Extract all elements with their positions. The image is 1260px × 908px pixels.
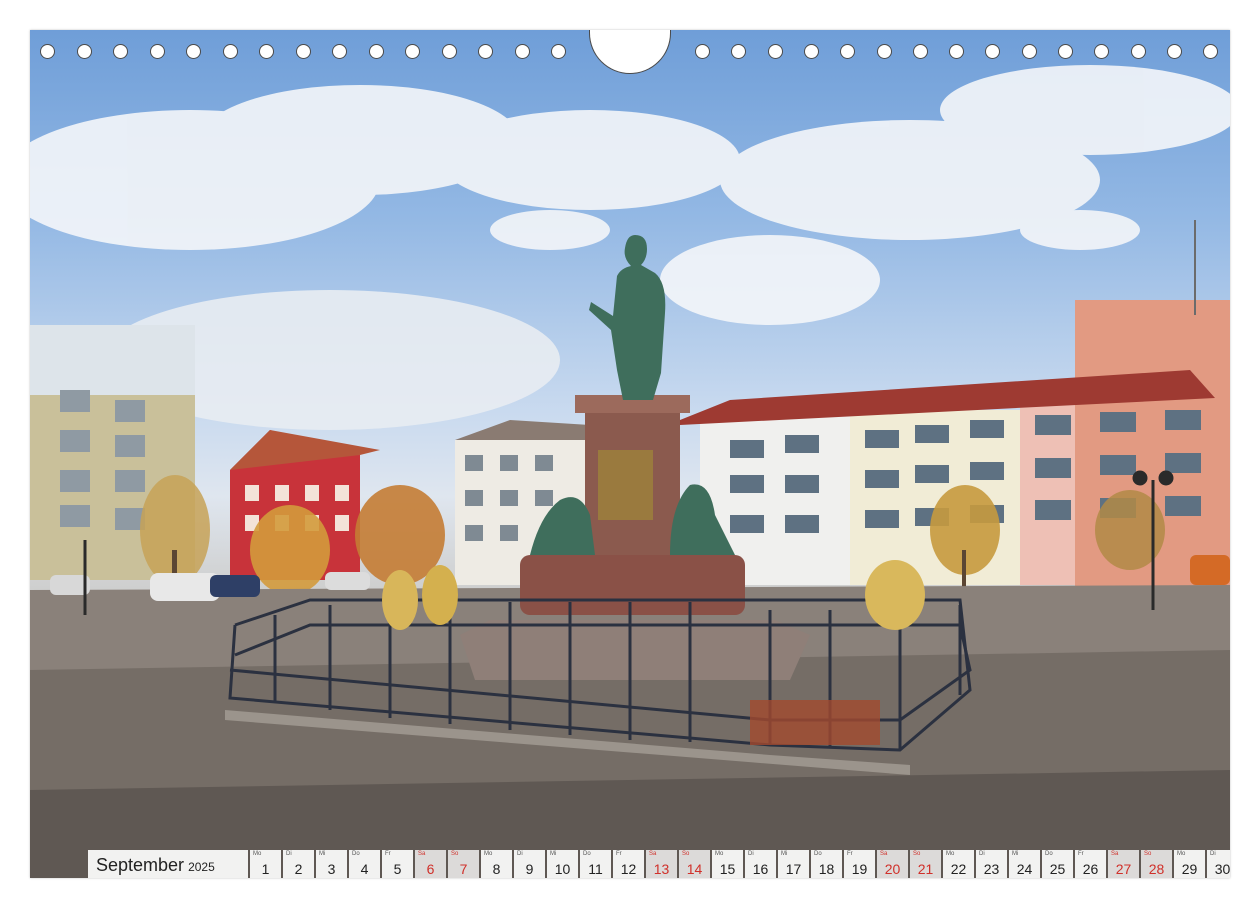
- weekday-label: Mo: [253, 851, 262, 857]
- calendar-strip: September 2025 Mo 1 Di 2 Mi 3 Do 4 Fr 5 Sa 6 So 7 Mo 8 D…: [88, 850, 1230, 878]
- weekday-label: Mo: [715, 851, 724, 857]
- weekday-label: So: [451, 851, 459, 857]
- day-number: 25: [1049, 861, 1066, 877]
- day-cell: So 28: [1141, 850, 1172, 878]
- day-cell: Mi 17: [778, 850, 809, 878]
- weekday-label: Mo: [1177, 851, 1186, 857]
- day-cell: Do 25: [1042, 850, 1073, 878]
- day-number: 29: [1181, 861, 1198, 877]
- day-number: 13: [653, 861, 670, 877]
- day-cell: Mo 1: [250, 850, 281, 878]
- weekday-label: Sa: [880, 851, 888, 857]
- day-number: 22: [950, 861, 967, 877]
- day-cell: Fr 5: [382, 850, 413, 878]
- day-number: 28: [1148, 861, 1165, 877]
- weekday-label: Fr: [847, 851, 853, 857]
- day-number: 24: [1016, 861, 1033, 877]
- weekday-label: Mo: [946, 851, 955, 857]
- day-cell: Mo 22: [943, 850, 974, 878]
- day-cell: Do 11: [580, 850, 611, 878]
- day-number: 30: [1214, 861, 1230, 877]
- days-row: Mo 1 Di 2 Mi 3 Do 4 Fr 5 Sa 6 So 7 Mo 8 Di 9 Mi 10 Do 11 Fr 12 S…: [250, 850, 1230, 878]
- day-number: 11: [588, 861, 603, 877]
- month-year: 2025: [188, 859, 215, 874]
- day-cell: Fr 19: [844, 850, 875, 878]
- day-cell: Di 9: [514, 850, 545, 878]
- day-cell: Sa 20: [877, 850, 908, 878]
- weekday-label: Di: [1210, 851, 1216, 857]
- weekday-label: Di: [979, 851, 985, 857]
- day-cell: Fr 12: [613, 850, 644, 878]
- weekday-label: Mi: [781, 851, 788, 857]
- day-number: 20: [884, 861, 901, 877]
- weekday-label: So: [913, 851, 921, 857]
- day-number: 7: [459, 861, 468, 877]
- day-number: 8: [492, 861, 501, 877]
- weekday-label: So: [682, 851, 690, 857]
- day-number: 4: [360, 861, 369, 877]
- day-cell: Mo 15: [712, 850, 743, 878]
- weekday-label: Sa: [649, 851, 657, 857]
- weekday-label: Di: [517, 851, 523, 857]
- weekday-label: Do: [1045, 851, 1053, 857]
- day-number: 18: [818, 861, 835, 877]
- day-cell: Mi 3: [316, 850, 347, 878]
- day-number: 3: [327, 861, 336, 877]
- day-number: 16: [752, 861, 769, 877]
- weekday-label: Sa: [1111, 851, 1119, 857]
- day-cell: Mo 8: [481, 850, 512, 878]
- weekday-label: Mi: [1012, 851, 1019, 857]
- day-cell: So 7: [448, 850, 479, 878]
- day-number: 10: [554, 861, 571, 877]
- weekday-label: Mi: [319, 851, 326, 857]
- day-number: 21: [917, 861, 934, 877]
- day-number: 1: [261, 861, 270, 877]
- day-cell: Sa 27: [1108, 850, 1139, 878]
- day-number: 27: [1115, 861, 1132, 877]
- weekday-label: Di: [748, 851, 754, 857]
- day-cell: Fr 26: [1075, 850, 1106, 878]
- day-number: 2: [294, 861, 303, 877]
- weekday-label: Mo: [484, 851, 493, 857]
- day-cell: Do 18: [811, 850, 842, 878]
- weekday-label: Fr: [616, 851, 622, 857]
- weekday-label: Fr: [1078, 851, 1084, 857]
- day-cell: Di 2: [283, 850, 314, 878]
- day-cell: Do 4: [349, 850, 380, 878]
- day-cell: Di 16: [745, 850, 776, 878]
- day-number: 15: [719, 861, 736, 877]
- day-number: 26: [1082, 861, 1099, 877]
- weekday-label: Fr: [385, 851, 391, 857]
- day-number: 23: [983, 861, 1000, 877]
- day-number: 5: [393, 861, 402, 877]
- day-cell: Sa 13: [646, 850, 677, 878]
- day-number: 19: [851, 861, 868, 877]
- day-number: 6: [426, 861, 435, 877]
- calendar-photo: September 2025 Mo 1 Di 2 Mi 3 Do 4 Fr 5 Sa 6 So 7 Mo 8 D…: [30, 30, 1230, 878]
- day-cell: Mi 10: [547, 850, 578, 878]
- day-cell: Mi 24: [1009, 850, 1040, 878]
- day-cell: Di 30: [1207, 850, 1230, 878]
- day-number: 12: [620, 861, 637, 877]
- day-cell: Di 23: [976, 850, 1007, 878]
- weekday-label: Di: [286, 851, 292, 857]
- day-cell: Mo 29: [1174, 850, 1205, 878]
- day-cell: Sa 6: [415, 850, 446, 878]
- day-number: 14: [686, 861, 703, 877]
- weekday-label: Do: [814, 851, 822, 857]
- day-cell: So 14: [679, 850, 710, 878]
- month-name: September: [96, 854, 185, 875]
- town-square-scene: [30, 65, 1230, 878]
- weekday-label: Mi: [550, 851, 557, 857]
- weekday-label: So: [1144, 851, 1152, 857]
- day-number: 9: [525, 861, 534, 877]
- weekday-label: Do: [352, 851, 360, 857]
- day-number: 17: [785, 861, 802, 877]
- weekday-label: Do: [583, 851, 591, 857]
- day-cell: So 21: [910, 850, 941, 878]
- month-label: September 2025: [88, 850, 248, 878]
- weekday-label: Sa: [418, 851, 426, 857]
